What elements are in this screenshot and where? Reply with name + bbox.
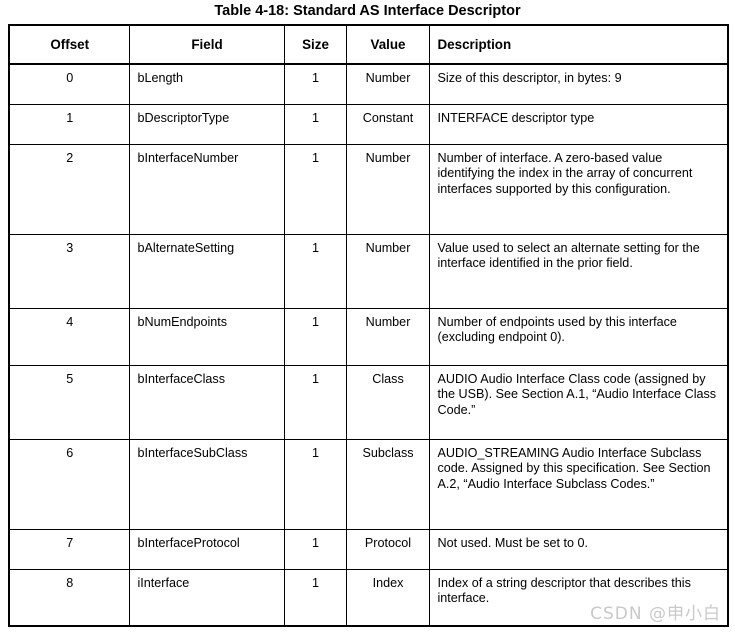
cell-value: Number [345,63,430,105]
cell-value: Number [345,143,430,235]
cell-field: bLength [128,63,285,105]
cell-description: Size of this descriptor, in bytes: 9 [428,63,729,105]
cell-description: INTERFACE descriptor type [428,103,729,145]
table-container: Offset Field Size Value Description 0 bL… [8,24,729,628]
cell-description: Index of a string descriptor that descri… [428,568,729,627]
cell-offset: 6 [8,438,130,530]
cell-field: bDescriptorType [128,103,285,145]
table-row: 7 bInterfaceProtocol 1 Protocol Not used… [8,528,729,570]
cell-offset: 3 [8,233,130,309]
table-row: 8 iInterface 1 Index Index of a string d… [8,568,729,627]
cell-value: Protocol [345,528,430,570]
cell-size: 1 [283,233,347,309]
cell-offset: 5 [8,364,130,440]
table-row: 4 bNumEndpoints 1 Number Number of endpo… [8,307,729,366]
column-header-description: Description [428,24,729,66]
cell-offset: 0 [8,63,130,105]
cell-description: Not used. Must be set to 0. [428,528,729,570]
cell-offset: 8 [8,568,130,627]
cell-size: 1 [283,568,347,627]
cell-value: Number [345,307,430,366]
column-header-field: Field [128,24,285,66]
cell-field: bInterfaceClass [128,364,285,440]
cell-value: Index [345,568,430,627]
table-row: 5 bInterfaceClass 1 Class AUDIO Audio In… [8,364,729,440]
descriptor-table: Offset Field Size Value Description 0 bL… [8,24,729,628]
table-header-row: Offset Field Size Value Description [8,24,729,66]
cell-description: AUDIO_STREAMING Audio Interface Subclass… [428,438,729,530]
cell-field: bNumEndpoints [128,307,285,366]
cell-value: Class [345,364,430,440]
cell-field: bInterfaceProtocol [128,528,285,570]
cell-field: bInterfaceSubClass [128,438,285,530]
table-title: Table 4-18: Standard AS Interface Descri… [214,3,521,19]
column-header-size: Size [283,24,347,66]
cell-description: AUDIO Audio Interface Class code (assign… [428,364,729,440]
cell-size: 1 [283,528,347,570]
column-header-offset: Offset [8,24,130,66]
table-row: 0 bLength 1 Number Size of this descript… [8,63,729,105]
cell-size: 1 [283,364,347,440]
column-header-value: Value [345,24,430,66]
cell-offset: 2 [8,143,130,235]
page: Table 4-18: Standard AS Interface Descri… [0,0,735,636]
cell-size: 1 [283,307,347,366]
cell-size: 1 [283,438,347,530]
cell-size: 1 [283,103,347,145]
cell-field: bInterfaceNumber [128,143,285,235]
cell-size: 1 [283,143,347,235]
cell-offset: 4 [8,307,130,366]
cell-field: bAlternateSetting [128,233,285,309]
cell-description: Number of endpoints used by this interfa… [428,307,729,366]
cell-offset: 1 [8,103,130,145]
table-row: 2 bInterfaceNumber 1 Number Number of in… [8,143,729,235]
table-row: 6 bInterfaceSubClass 1 Subclass AUDIO_ST… [8,438,729,530]
cell-description: Number of interface. A zero-based value … [428,143,729,235]
table-row: 1 bDescriptorType 1 Constant INTERFACE d… [8,103,729,145]
cell-size: 1 [283,63,347,105]
cell-value: Subclass [345,438,430,530]
table-body: 0 bLength 1 Number Size of this descript… [8,63,729,627]
cell-description: Value used to select an alternate settin… [428,233,729,309]
cell-value: Constant [345,103,430,145]
cell-field: iInterface [128,568,285,627]
cell-offset: 7 [8,528,130,570]
table-header: Offset Field Size Value Description [8,24,729,66]
cell-value: Number [345,233,430,309]
table-row: 3 bAlternateSetting 1 Number Value used … [8,233,729,309]
